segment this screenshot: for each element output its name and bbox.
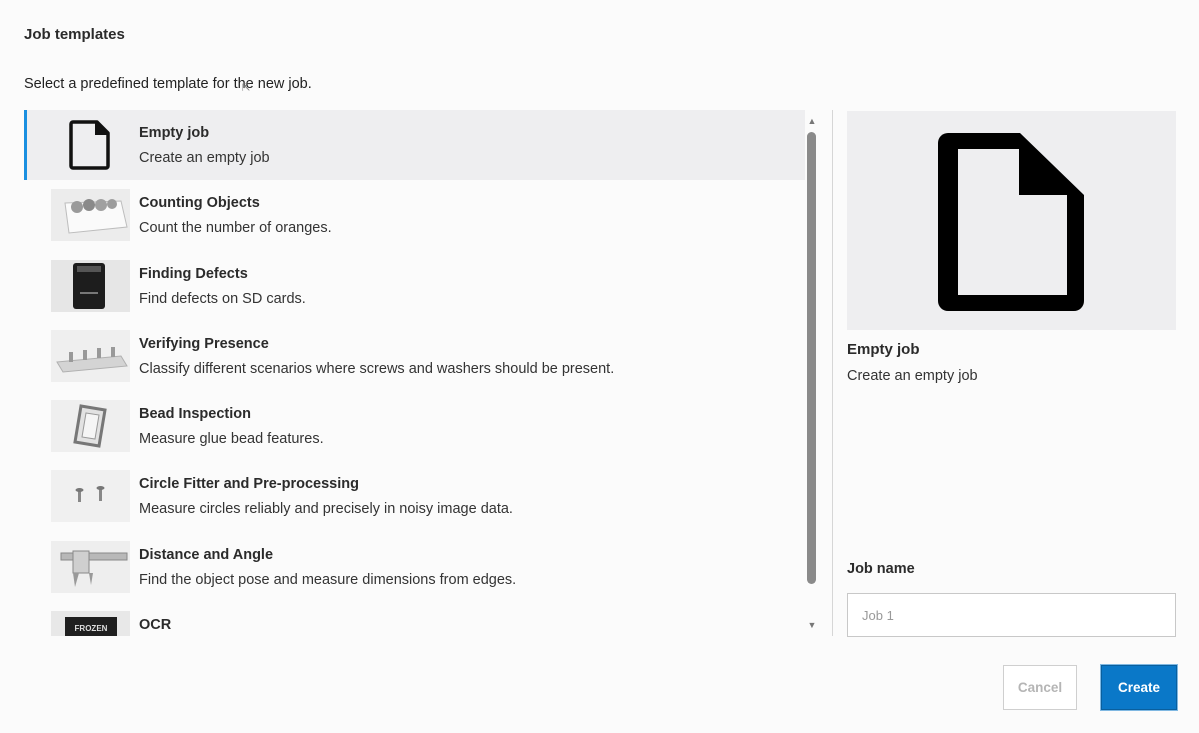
template-item-distance-angle[interactable]: Distance and Angle Find the object pose … — [24, 532, 805, 602]
mouse-cursor-icon: ⇱ — [242, 83, 251, 94]
glue-bead-thumbnail — [51, 400, 130, 453]
template-title: Bead Inspection — [139, 406, 251, 423]
template-title: Empty job — [139, 125, 210, 141]
list-scrollbar[interactable]: ▲ ▼ — [804, 110, 820, 636]
template-title: Distance and Angle — [139, 546, 274, 563]
template-item-empty-job[interactable]: Empty job Create an empty job — [24, 110, 805, 181]
job-name-input[interactable] — [847, 593, 1176, 637]
preview-title: Empty job — [847, 341, 920, 358]
template-item-counting-objects[interactable]: Counting Objects Count the number of ora… — [24, 180, 805, 250]
screws-plate-thumbnail — [51, 329, 130, 382]
template-item-ocr[interactable]: FROZEN OCR — [24, 602, 805, 636]
document-icon — [938, 133, 1084, 311]
template-title: Verifying Presence — [139, 335, 269, 352]
dialog-title: Job templates — [24, 26, 125, 43]
frozen-label-text: FROZEN — [75, 624, 108, 633]
scroll-up-arrow-icon[interactable]: ▲ — [807, 116, 817, 126]
cancel-button[interactable]: Cancel — [1003, 665, 1077, 710]
document-icon — [51, 119, 130, 171]
template-item-circle-fitter[interactable]: Circle Fitter and Pre-processing Measure… — [24, 461, 805, 531]
template-title: Finding Defects — [139, 265, 248, 282]
template-description: Find defects on SD cards. — [139, 290, 306, 307]
preview-description: Create an empty job — [847, 368, 978, 384]
template-list[interactable]: Empty job Create an empty job Counting O… — [24, 110, 820, 636]
template-description: Measure glue bead features. — [139, 431, 324, 448]
sd-card-thumbnail — [51, 259, 130, 312]
oranges-box-thumbnail — [51, 189, 130, 242]
template-description: Find the object pose and measure dimensi… — [139, 571, 517, 588]
panel-divider — [832, 110, 833, 636]
scrollbar-thumb[interactable] — [807, 132, 816, 584]
caliper-thumbnail — [51, 540, 130, 593]
template-item-verifying-presence[interactable]: Verifying Presence Classify different sc… — [24, 321, 805, 391]
template-description: Measure circles reliably and precisely i… — [139, 501, 513, 518]
bolts-thumbnail — [51, 470, 130, 523]
template-preview — [847, 111, 1176, 330]
template-title: OCR — [139, 617, 172, 634]
scroll-down-arrow-icon[interactable]: ▼ — [807, 620, 817, 630]
template-item-finding-defects[interactable]: Finding Defects Find defects on SD cards… — [24, 251, 805, 321]
template-title: Counting Objects — [139, 195, 260, 212]
template-title: Circle Fitter and Pre-processing — [139, 476, 359, 493]
template-item-bead-inspection[interactable]: Bead Inspection Measure glue bead featur… — [24, 391, 805, 461]
template-description: Count the number of oranges. — [139, 220, 332, 237]
frozen-label-thumbnail: FROZEN — [51, 611, 130, 636]
create-button[interactable]: Create — [1101, 665, 1177, 710]
dialog-subtitle: Select a predefined template for the new… — [24, 76, 312, 92]
template-description: Create an empty job — [139, 150, 270, 166]
template-description: Classify different scenarios where screw… — [139, 360, 615, 377]
job-name-label: Job name — [847, 561, 915, 577]
